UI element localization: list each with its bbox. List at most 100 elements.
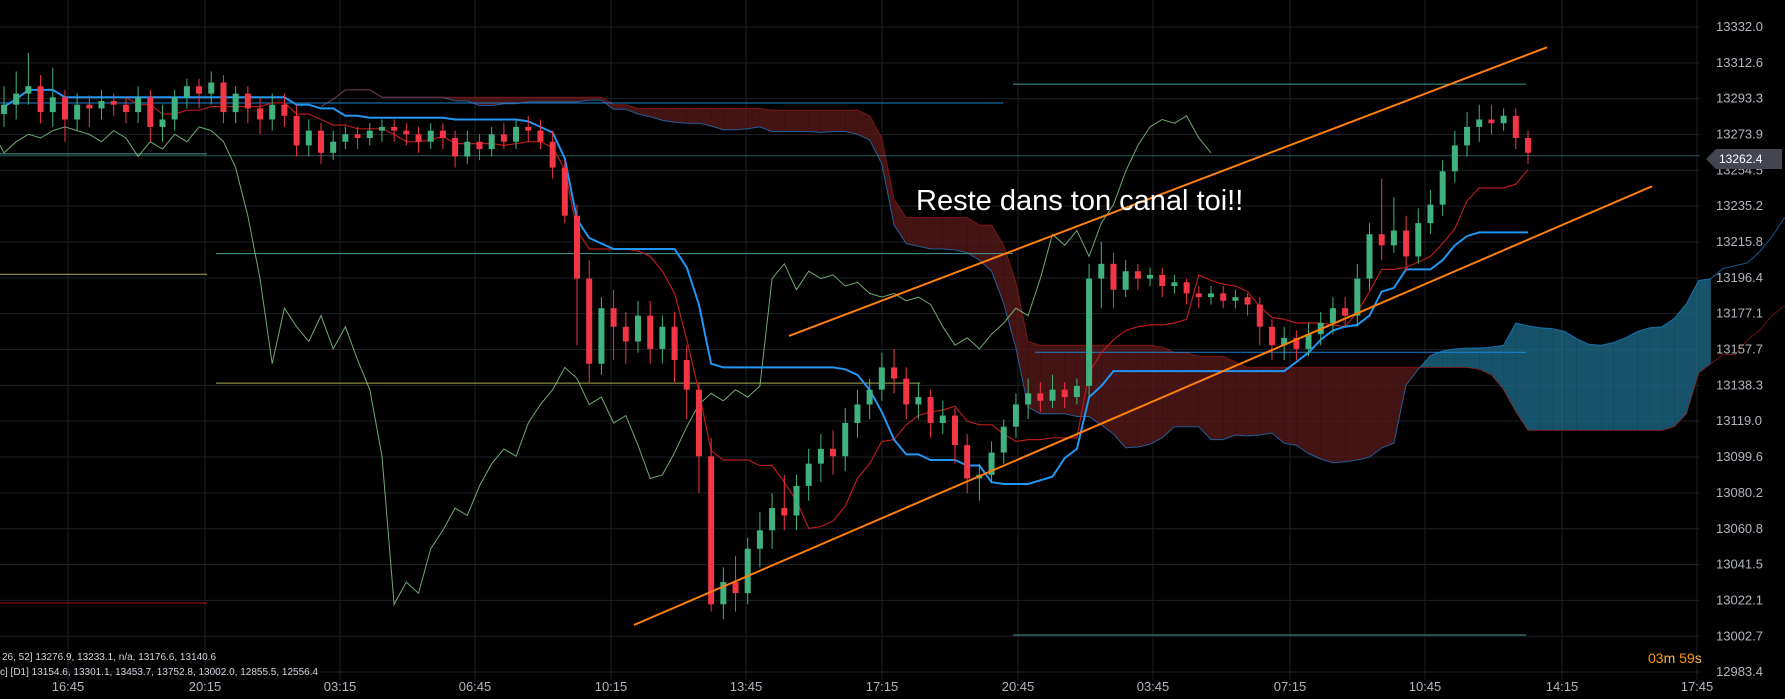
cloud-segment [540, 97, 553, 102]
candlestick-chart[interactable]: Reste dans ton canal toi!! 13332.0 13312.… [0, 0, 1785, 699]
candle-body [1025, 393, 1032, 405]
y-tick-label: 13293.3 [1716, 91, 1763, 106]
cloud-segment [1698, 278, 1711, 373]
candle-body [98, 101, 105, 109]
last-price-value: 13262.4 [1719, 152, 1763, 166]
candle-body [1000, 426, 1007, 453]
y-tick-label: 13041.5 [1716, 557, 1763, 572]
y-tick-label: 13215.8 [1716, 234, 1763, 249]
cloud-segment [564, 97, 578, 102]
cloud-segment [1540, 327, 1553, 431]
candle-body [1415, 223, 1422, 257]
cloud-segment [1564, 331, 1577, 431]
cloud-segment [1357, 367, 1370, 460]
candle-body [1171, 282, 1178, 287]
y-tick-label: 13273.9 [1716, 127, 1763, 142]
cloud-segment [808, 110, 821, 133]
annotation-label[interactable]: Reste dans ton canal toi!! [916, 185, 1243, 217]
candle-body [1073, 385, 1080, 398]
candle-body [1012, 404, 1019, 427]
candle-body [1098, 263, 1105, 279]
candle-body [1195, 293, 1202, 298]
candle-body [305, 130, 312, 146]
cloud-segment [674, 108, 687, 124]
candle-body [939, 415, 946, 423]
y-tick-label: 12983.4 [1716, 664, 1763, 679]
candle-body [1, 104, 7, 114]
channel-lower-line [633, 185, 1653, 626]
candle-body [1525, 138, 1531, 153]
cloud-segment [1211, 356, 1224, 440]
candle-body [1451, 145, 1458, 172]
chart-root: Reste dans ton canal toi!! 13332.0 13312.… [0, 0, 1785, 699]
candle-body [1476, 119, 1483, 127]
candle-body [1147, 274, 1154, 279]
cloud-segment [991, 224, 1004, 304]
cloud-segment [820, 110, 834, 133]
candle-body [220, 82, 227, 113]
cloud-segment [1064, 345, 1077, 417]
candle-body [1183, 282, 1190, 294]
cloud-segment [1271, 367, 1285, 444]
cloud-segment [1186, 352, 1199, 427]
cloud-segment [772, 110, 785, 132]
legend-line-1: 26, 52] 13276.9, 13233.1, n/a, 13176.6, … [2, 652, 217, 663]
candle-body [244, 93, 251, 109]
cloud-segment [1442, 348, 1455, 368]
cloud-segment [1150, 345, 1163, 445]
candle-body [342, 134, 349, 142]
candle-body [1134, 271, 1141, 279]
candle-body [208, 82, 215, 94]
cloud-segment [735, 108, 748, 130]
price-axis[interactable]: 13332.013312.613293.313273.913254.513235… [1716, 19, 1763, 679]
y-tick-label: 13177.1 [1716, 306, 1763, 321]
candle-body [464, 141, 471, 157]
cloud-segment [845, 110, 858, 135]
y-tick-label: 13060.8 [1716, 521, 1763, 536]
x-tick-label: 17:45 [1681, 679, 1714, 694]
candle-body [903, 378, 910, 405]
candle-body [683, 360, 690, 390]
candle-body [574, 215, 581, 279]
candle-body [561, 167, 568, 216]
candle-body [915, 397, 922, 405]
candle-body [122, 104, 129, 113]
candle-body [793, 485, 800, 516]
candle-body [110, 101, 117, 105]
candle-body [842, 422, 849, 457]
candle-body [147, 97, 154, 127]
candle-body [1366, 234, 1373, 279]
x-tick-label: 07:15 [1274, 679, 1307, 694]
cloud-segment [528, 97, 541, 102]
cloud-segment [1588, 344, 1602, 431]
candle-body [537, 130, 544, 142]
candle-body [135, 97, 142, 113]
cloud-segment [1284, 367, 1297, 446]
candle-body [330, 141, 337, 153]
cloud-segment [1649, 326, 1663, 431]
x-tick-label: 10:45 [1409, 679, 1442, 694]
x-tick-label: 20:15 [189, 679, 222, 694]
candle-body [1086, 278, 1093, 386]
x-tick-label: 06:45 [459, 679, 492, 694]
candle-body [1342, 308, 1349, 316]
time-axis[interactable]: 16:45 20:15 03:15 06:45 10:15 13:45 17:15 20:45… [52, 679, 1714, 694]
x-tick-label: 20:45 [1002, 679, 1035, 694]
cloud-segment [1637, 327, 1650, 431]
candle-body [86, 104, 93, 109]
candle-body [354, 134, 361, 139]
candle-body [744, 548, 751, 594]
cloud-segment [869, 115, 882, 164]
candle-body [25, 86, 32, 94]
cloud-segment [1454, 348, 1468, 368]
candle-body [366, 130, 373, 139]
cloud-segment [686, 108, 699, 124]
candle-body [293, 115, 300, 146]
candle-body [281, 104, 288, 116]
candle-body [586, 278, 593, 364]
candle-body [439, 130, 446, 139]
candle-body [830, 448, 837, 457]
y-tick-label: 13099.6 [1716, 449, 1763, 464]
candle-body [1159, 274, 1166, 287]
candle-body [1488, 119, 1495, 124]
